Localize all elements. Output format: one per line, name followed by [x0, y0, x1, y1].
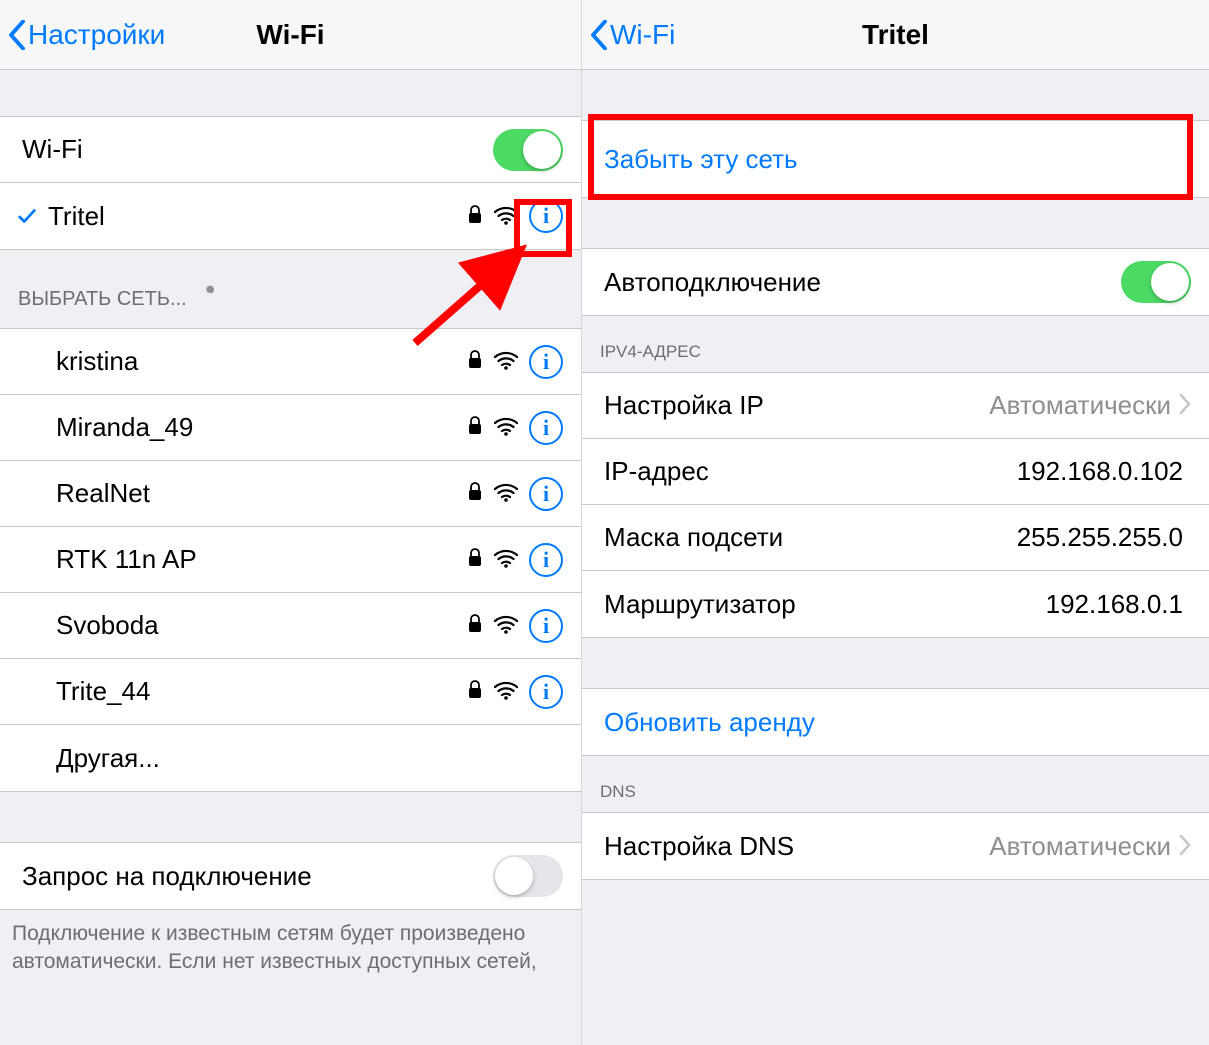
wifi-signal-icon	[493, 610, 519, 641]
ip-config-row[interactable]: Настройка IP Автоматически	[582, 373, 1209, 439]
ipv4-group: Настройка IP Автоматически IP-адрес 192.…	[582, 372, 1209, 638]
forget-network-label: Забыть эту сеть	[604, 144, 1191, 175]
dns-config-row[interactable]: Настройка DNS Автоматически	[582, 813, 1209, 879]
network-row[interactable]: RealNet i	[0, 461, 581, 527]
choose-network-header: ВЫБРАТЬ СЕТЬ...	[0, 250, 581, 328]
back-label: Wi-Fi	[610, 19, 675, 51]
wifi-signal-icon	[493, 544, 519, 575]
wifi-toggle[interactable]	[493, 129, 563, 171]
network-name: Svoboda	[56, 610, 467, 641]
connected-network-row[interactable]: Tritel i	[0, 183, 581, 249]
ip-address-value: 192.168.0.102	[1017, 456, 1183, 487]
router-value: 192.168.0.1	[1046, 589, 1183, 620]
subnet-mask-row: Маска подсети 255.255.255.0	[582, 505, 1209, 571]
lock-icon	[467, 412, 483, 443]
autojoin-row[interactable]: Автоподключение	[582, 249, 1209, 315]
chevron-right-icon	[1179, 390, 1191, 421]
dns-config-value: Автоматически	[989, 831, 1171, 862]
autojoin-toggle[interactable]	[1121, 261, 1191, 303]
info-icon[interactable]: i	[529, 411, 563, 445]
lock-icon	[467, 610, 483, 641]
lock-icon	[467, 478, 483, 509]
ask-to-join-group: Запрос на подключение	[0, 842, 581, 910]
network-details-screen: Wi-Fi Tritel Забыть эту сеть Автоподключ…	[582, 0, 1209, 1045]
wifi-signal-icon	[493, 346, 519, 377]
ask-to-join-toggle[interactable]	[493, 855, 563, 897]
connected-network-name: Tritel	[48, 201, 467, 232]
network-row[interactable]: Svoboda i	[0, 593, 581, 659]
back-button[interactable]: Wi-Fi	[590, 19, 675, 51]
info-icon[interactable]: i	[529, 477, 563, 511]
back-button[interactable]: Настройки	[8, 19, 165, 51]
ask-to-join-label: Запрос на подключение	[22, 861, 493, 892]
lock-icon	[467, 346, 483, 377]
dns-config-label: Настройка DNS	[604, 831, 989, 862]
network-row[interactable]: Trite_44 i	[0, 659, 581, 725]
forget-network-group: Забыть эту сеть	[582, 120, 1209, 198]
network-name: RealNet	[56, 478, 467, 509]
wifi-signal-icon	[493, 676, 519, 707]
page-title: Tritel	[582, 19, 1209, 51]
network-name: Miranda_49	[56, 412, 467, 443]
network-row[interactable]: Miranda_49 i	[0, 395, 581, 461]
lock-icon	[467, 544, 483, 575]
dns-group: Настройка DNS Автоматически	[582, 812, 1209, 880]
router-row: Маршрутизатор 192.168.0.1	[582, 571, 1209, 637]
network-row[interactable]: kristina i	[0, 329, 581, 395]
available-networks-group: kristina i Miranda_49 i RealNet i	[0, 328, 581, 792]
info-icon[interactable]: i	[529, 675, 563, 709]
renew-lease-label: Обновить аренду	[604, 707, 1191, 738]
info-icon[interactable]: i	[529, 543, 563, 577]
lock-icon	[467, 201, 483, 232]
ip-config-label: Настройка IP	[604, 390, 989, 421]
footer-note: Подключение к известным сетям будет прои…	[0, 910, 581, 977]
ipv4-section-header: IPV4-АДРЕС	[582, 316, 1209, 372]
back-label: Настройки	[28, 19, 165, 51]
network-name: Trite_44	[56, 676, 467, 707]
renew-lease-button[interactable]: Обновить аренду	[582, 689, 1209, 755]
forget-network-button[interactable]: Забыть эту сеть	[582, 121, 1209, 197]
autojoin-label: Автоподключение	[604, 267, 1121, 298]
other-network-label: Другая...	[56, 743, 563, 774]
ask-to-join-row[interactable]: Запрос на подключение	[0, 843, 581, 909]
network-name: kristina	[56, 346, 467, 377]
other-network-row[interactable]: Другая...	[0, 725, 581, 791]
chevron-left-icon	[590, 20, 608, 50]
checkmark-icon	[12, 205, 42, 227]
wifi-settings-screen: Настройки Wi-Fi Wi-Fi Tritel i	[0, 0, 582, 1045]
ip-config-value: Автоматически	[989, 390, 1171, 421]
subnet-mask-label: Маска подсети	[604, 522, 1017, 553]
wifi-signal-icon	[493, 478, 519, 509]
info-icon[interactable]: i	[529, 199, 563, 233]
subnet-mask-value: 255.255.255.0	[1017, 522, 1183, 553]
wifi-signal-icon	[493, 412, 519, 443]
loading-spinner-icon	[197, 286, 223, 312]
chevron-left-icon	[8, 20, 26, 50]
router-label: Маршрутизатор	[604, 589, 1046, 620]
navbar: Настройки Wi-Fi	[0, 0, 581, 70]
wifi-signal-icon	[493, 201, 519, 232]
info-icon[interactable]: i	[529, 345, 563, 379]
lock-icon	[467, 676, 483, 707]
chevron-right-icon	[1179, 831, 1191, 862]
wifi-toggle-group: Wi-Fi Tritel i	[0, 116, 581, 250]
network-row[interactable]: RTK 11n AP i	[0, 527, 581, 593]
renew-lease-group: Обновить аренду	[582, 688, 1209, 756]
dns-section-header: DNS	[582, 756, 1209, 812]
navbar: Wi-Fi Tritel	[582, 0, 1209, 70]
ip-address-label: IP-адрес	[604, 456, 1017, 487]
info-icon[interactable]: i	[529, 609, 563, 643]
network-name: RTK 11n AP	[56, 544, 467, 575]
ip-address-row: IP-адрес 192.168.0.102	[582, 439, 1209, 505]
autojoin-group: Автоподключение	[582, 248, 1209, 316]
wifi-toggle-label: Wi-Fi	[22, 134, 493, 165]
wifi-toggle-row[interactable]: Wi-Fi	[0, 117, 581, 183]
